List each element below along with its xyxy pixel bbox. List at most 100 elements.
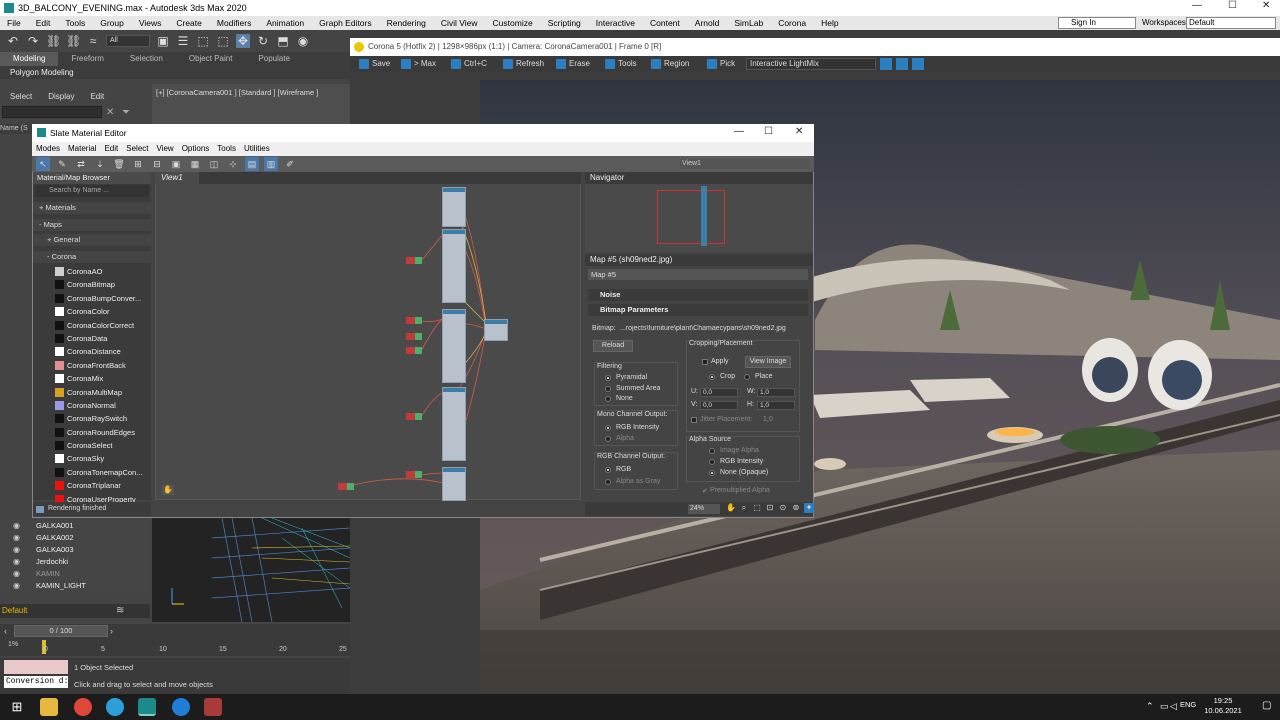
selection-filter-select[interactable]: All [106,35,150,47]
put-material-icon[interactable]: ⇄ [74,157,88,171]
filter-pyramidal-radio[interactable] [605,375,611,381]
move-children-icon[interactable]: ⊞ [131,157,145,171]
alpha-as-gray-radio[interactable] [605,479,611,485]
jitter-spinner[interactable]: 1,0 [763,416,773,423]
zoom-fit-icon[interactable] [912,58,924,70]
v-spinner[interactable]: 0,0 [700,401,738,410]
zoom-icon[interactable]: ⌕ [739,503,749,513]
list-item[interactable]: ◉ Jerdochki [0,556,148,568]
menu-customize[interactable]: Customize [486,16,541,30]
premultiplied-checkbox[interactable]: ✔ [702,487,708,495]
zoom-region-icon[interactable]: ⬚ [752,503,762,513]
maximize-button[interactable]: ☐ [1228,0,1237,11]
delete-icon[interactable]: 🗑 [112,157,126,171]
place-radio[interactable] [744,374,750,380]
corona-save-button[interactable]: Save [358,56,390,72]
map-node[interactable] [442,309,466,383]
pan-icon[interactable]: ✋ [726,503,736,513]
bitmap-node[interactable] [406,317,422,324]
bind-icon[interactable]: ≈ [86,34,100,48]
list-item[interactable]: ◉ GALKA003 [0,544,148,556]
close-button[interactable]: ✕ [1262,0,1270,11]
corona-to-max-button[interactable]: > Max [400,56,436,72]
none-opaque-radio[interactable] [709,470,715,476]
menu-scripting[interactable]: Scripting [541,16,589,30]
corona-erase-button[interactable]: Erase [555,56,590,72]
browser-item[interactable]: CoronaBitmap [33,278,151,291]
map-node[interactable] [442,467,466,501]
view-image-button[interactable]: View Image [745,356,791,368]
menu-edit[interactable]: Edit [29,16,59,30]
pick-material-icon[interactable]: ✎ [55,157,69,171]
winrar-icon[interactable] [204,698,222,716]
navigator-viewport-rect[interactable] [657,190,725,244]
undo-icon[interactable]: ↶ [6,34,20,48]
menu-corona[interactable]: Corona [771,16,814,30]
bitmap-node[interactable] [338,483,354,490]
browser-item[interactable]: CoronaRoundEdges [33,426,151,439]
time-next-icon[interactable]: › [110,626,113,636]
view-select[interactable]: View1 [680,159,810,169]
assign-material-icon[interactable]: ⇣ [93,157,107,171]
filter-summed-radio[interactable] [605,386,611,392]
w-spinner[interactable]: 1,0 [757,388,795,397]
list-item[interactable]: ◉ KAMIN [0,568,148,580]
browser-item[interactable]: CoronaMultiMap [33,386,151,399]
menu-interactive[interactable]: Interactive [589,16,643,30]
corona-refresh-button[interactable]: Refresh [502,56,544,72]
browser-maps-group[interactable]: - Maps [33,219,151,231]
visibility-eye-icon[interactable]: ◉ [13,580,20,592]
name-column-header[interactable]: Name (S [0,124,36,134]
visibility-eye-icon[interactable]: ◉ [13,556,20,568]
sme-menu-edit[interactable]: Edit [100,142,122,156]
browser-item[interactable]: CoronaTonemapCon... [33,466,151,479]
browser-materials-group[interactable]: + Materials [33,202,151,214]
map-name-field[interactable]: Map #5 [588,269,808,280]
layer-select[interactable]: Default [2,606,106,616]
bitmap-node[interactable] [406,471,422,478]
map-node[interactable] [442,187,466,227]
menu-graph-editors[interactable]: Graph Editors [312,16,379,30]
zoom-select[interactable]: 24% [688,504,720,514]
browser-corona-group[interactable]: - Corona [33,251,151,263]
browser-item[interactable]: CoronaColor [33,305,151,318]
file-explorer-icon[interactable] [40,698,58,716]
link-icon[interactable]: ⛓ [46,34,61,48]
minimize-button[interactable]: — [1192,0,1202,11]
noise-rollout[interactable]: Noise [588,289,808,301]
mono-alpha-radio[interactable] [605,436,611,442]
bitmap-node[interactable] [406,413,422,420]
sme-menu-options[interactable]: Options [178,142,214,156]
bitmap-path-button[interactable]: ...rojects\furniture\plant\Chamaecyparis… [620,325,806,332]
time-slider[interactable]: 0 / 100 [14,625,108,637]
u-spinner[interactable]: 0,0 [700,388,738,397]
parameter-editor-icon[interactable]: ▥ [264,157,278,171]
material-node[interactable] [484,319,508,341]
map-node[interactable] [442,387,466,461]
list-item[interactable]: ◉ GALKA002 [0,532,148,544]
time-prev-icon[interactable]: ‹ [4,626,7,636]
corona-copy-button[interactable]: Ctrl+C [450,56,487,72]
volume-icon[interactable]: ◁ [1170,701,1177,712]
taskbar-clock[interactable]: 19:25 10.06.2021 [1200,696,1246,716]
browser-item[interactable]: CoronaSelect [33,439,151,452]
selection-center-icon[interactable]: ✦ [804,503,814,513]
menu-animation[interactable]: Animation [259,16,312,30]
menu-simlab[interactable]: SimLab [727,16,771,30]
wireframe-viewport[interactable] [152,518,350,622]
corona-region-button[interactable]: Region [650,56,689,72]
chrome-icon[interactable] [74,698,92,716]
edge-icon[interactable] [172,698,190,716]
layer-stack-icon[interactable]: ≋ [116,605,124,616]
visibility-eye-icon[interactable]: ◉ [13,520,20,532]
sme-menu-select[interactable]: Select [122,142,152,156]
sme-maximize-button[interactable]: ☐ [764,126,773,137]
ribbon-tab-populate[interactable]: Populate [245,52,303,66]
select-by-name-icon[interactable]: ☰ [176,34,190,48]
pan-to-selected-icon[interactable]: ⊚ [791,503,801,513]
crop-radio[interactable] [709,374,715,380]
bitmap-node[interactable] [406,257,422,264]
list-item[interactable]: ◉ GALKA001 [0,520,148,532]
clear-search-icon[interactable]: ✕ [106,107,114,118]
mono-rgb-intensity-radio[interactable] [605,425,611,431]
